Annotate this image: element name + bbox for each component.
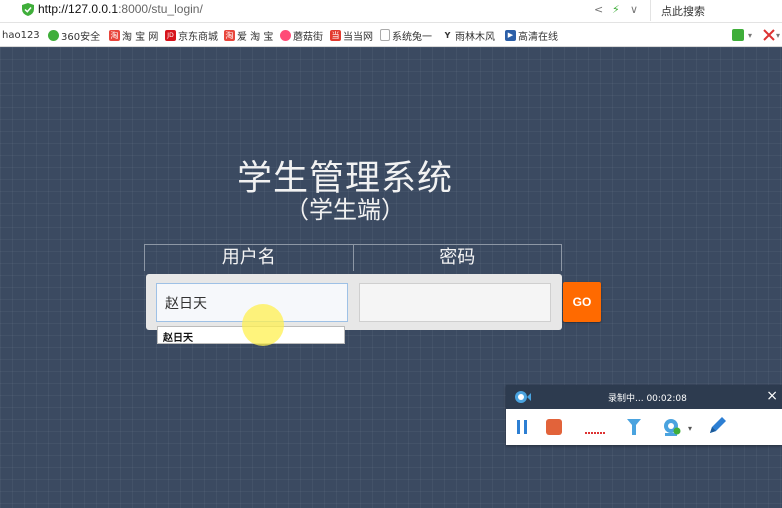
secure-shield-icon — [22, 3, 34, 16]
bookmark-ylmf[interactable]: Y 雨林木风 — [442, 28, 495, 43]
share-icon[interactable]: < — [594, 3, 603, 16]
search-box[interactable]: 点此搜索 — [650, 0, 782, 21]
bookmark-xitongtu[interactable]: 系统兔一 — [380, 28, 432, 43]
bookmark-gaoqing[interactable]: ▶ 高清在线 — [505, 28, 558, 43]
bookmark-mogujie[interactable]: 蘑菇街 — [280, 28, 323, 43]
recording-status: 录制中... 00:02:08 — [608, 394, 687, 404]
svg-text:▾: ▾ — [748, 31, 752, 40]
bookmarks-bar: hao123 360安全 淘 淘 宝 网 JD 京东商城 淘 爱 淘 宝 蘑菇街… — [0, 23, 782, 47]
bookmark-tools: ▾ ▾ — [722, 27, 782, 43]
page-icon — [380, 29, 390, 41]
bookmark-label: 淘 宝 网 — [122, 31, 159, 43]
bookmark-jd[interactable]: JD 京东商城 — [165, 28, 218, 43]
password-header: 密码 — [352, 245, 562, 271]
bookmark-aitaobao[interactable]: 淘 爱 淘 宝 — [224, 28, 274, 43]
bookmark-dangdang[interactable]: 当 当当网 — [330, 28, 373, 43]
bookmark-label: 爱 淘 宝 — [237, 31, 274, 43]
search-placeholder: 点此搜索 — [661, 5, 705, 18]
bookmark-label: hao123 — [2, 29, 40, 41]
pen-icon[interactable] — [706, 415, 728, 437]
bookmark-label: 雨林木风 — [455, 31, 495, 43]
svg-text:▾: ▾ — [688, 424, 692, 433]
chevron-down-icon[interactable]: ∨ — [630, 3, 638, 16]
extension-icons[interactable]: ▾ ▾ — [722, 27, 782, 43]
address-bar[interactable]: http://127.0.0.1:8000/stu_login/ < ⚡ ∨ 点… — [0, 0, 782, 23]
login-form — [146, 274, 562, 330]
aitaobao-icon: 淘 — [224, 29, 235, 41]
login-headers: 用户名 密码 — [144, 244, 562, 271]
mogujie-icon — [280, 29, 291, 41]
recorder-toolbar: ▾ — [506, 409, 782, 445]
pause-icon[interactable] — [516, 419, 528, 435]
url-path: :8000/stu_login/ — [118, 2, 203, 16]
audio-level-icon[interactable] — [584, 419, 606, 435]
taobao-icon: 淘 — [109, 29, 120, 41]
bookmark-taobao[interactable]: 淘 淘 宝 网 — [109, 28, 159, 43]
svg-text:▾: ▾ — [776, 31, 780, 40]
username-header: 用户名 — [221, 247, 276, 268]
dangdang-icon: 当 — [330, 29, 341, 41]
autocomplete-item[interactable]: 赵日天 — [163, 329, 193, 344]
bookmark-label: 高清在线 — [518, 31, 558, 43]
bookmark-label: 360安全 — [61, 31, 101, 43]
close-icon[interactable]: × — [766, 388, 778, 404]
camera-icon — [515, 391, 531, 403]
bookmark-label: 系统兔一 — [392, 31, 432, 43]
recorder-titlebar: 录制中... 00:02:08 × — [506, 385, 782, 409]
microphone-icon[interactable] — [624, 417, 644, 437]
cursor-highlight — [242, 304, 284, 346]
stop-icon[interactable] — [546, 419, 562, 435]
url-text[interactable]: http://127.0.0.1:8000/stu_login/ — [38, 2, 203, 16]
ylmf-icon: Y — [444, 30, 451, 40]
lightning-icon[interactable]: ⚡ — [612, 3, 620, 16]
url-host: http://127.0.0.1 — [38, 2, 119, 16]
bookmark-360[interactable]: 360安全 — [48, 28, 101, 43]
bookmark-label: 蘑菇街 — [293, 31, 323, 43]
webcam-icon[interactable]: ▾ — [662, 417, 694, 437]
bookmark-label: 京东商城 — [178, 31, 218, 43]
go-button[interactable]: GO — [563, 282, 601, 322]
jd-icon: JD — [165, 29, 176, 41]
bookmark-label: 当当网 — [343, 31, 373, 43]
bookmark-hao123[interactable]: hao123 — [2, 28, 40, 42]
page-subtitle: （学生端） — [285, 196, 405, 224]
password-input[interactable] — [359, 283, 551, 322]
video-icon: ▶ — [505, 29, 516, 41]
screen-recorder: 录制中... 00:02:08 × ▾ — [506, 385, 782, 445]
360-icon — [48, 29, 59, 41]
